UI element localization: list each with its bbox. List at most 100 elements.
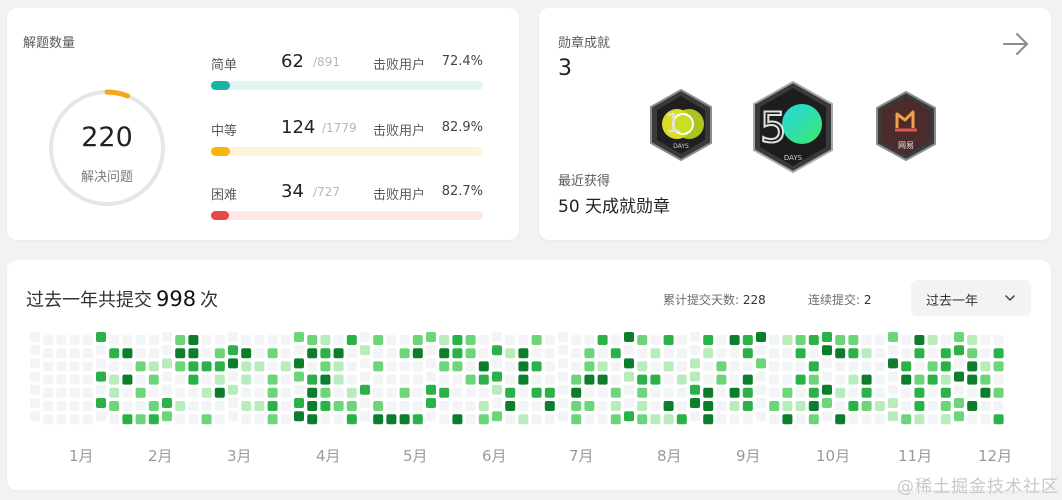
heatmap-cell[interactable] — [148, 414, 159, 425]
heatmap-cell[interactable] — [175, 335, 186, 345]
heatmap-cell[interactable] — [386, 348, 397, 359]
heatmap-cell[interactable] — [228, 411, 238, 422]
heatmap-cell[interactable] — [742, 401, 753, 411]
heatmap-cell[interactable] — [782, 414, 793, 425]
heatmap-cell[interactable] — [703, 348, 714, 359]
heatmap-cell[interactable] — [96, 358, 106, 369]
heatmap-cell[interactable] — [980, 348, 991, 359]
heatmap-cell[interactable] — [465, 401, 476, 411]
heatmap-cell[interactable] — [333, 361, 344, 372]
heatmap-cell[interactable] — [822, 398, 832, 408]
heatmap-cell[interactable] — [412, 374, 423, 385]
heatmap-cell[interactable] — [452, 348, 463, 359]
heatmap-cell[interactable] — [756, 398, 766, 408]
heatmap-cell[interactable] — [201, 335, 212, 345]
heatmap-cell[interactable] — [597, 335, 608, 345]
heatmap-cell[interactable] — [610, 335, 621, 345]
heatmap-cell[interactable] — [492, 398, 502, 408]
heatmap-cell[interactable] — [69, 414, 80, 425]
heatmap-cell[interactable] — [993, 335, 1004, 345]
heatmap-cell[interactable] — [82, 387, 93, 398]
heatmap-cell[interactable] — [386, 387, 397, 398]
heatmap-cell[interactable] — [373, 387, 384, 398]
heatmap-cell[interactable] — [439, 335, 450, 345]
heatmap-cell[interactable] — [96, 411, 106, 422]
heatmap-cell[interactable] — [729, 374, 740, 385]
heatmap-cell[interactable] — [544, 387, 555, 398]
heatmap-cell[interactable] — [122, 374, 133, 385]
heatmap-cell[interactable] — [729, 335, 740, 345]
heatmap-cell[interactable] — [254, 387, 265, 398]
heatmap-cell[interactable] — [835, 361, 846, 372]
heatmap-cell[interactable] — [954, 345, 964, 356]
heatmap-cell[interactable] — [663, 361, 674, 372]
heatmap-cell[interactable] — [122, 335, 133, 345]
heatmap-cell[interactable] — [769, 414, 780, 425]
heatmap-cell[interactable] — [676, 361, 687, 372]
heatmap-cell[interactable] — [188, 348, 199, 359]
heatmap-cell[interactable] — [267, 361, 278, 372]
heatmap-cell[interactable] — [56, 348, 67, 359]
heatmap-cell[interactable] — [782, 361, 793, 372]
heatmap-cell[interactable] — [280, 374, 291, 385]
heatmap-cell[interactable] — [175, 401, 186, 411]
heatmap-cell[interactable] — [518, 374, 529, 385]
heatmap-cell[interactable] — [637, 414, 648, 425]
heatmap-cell[interactable] — [241, 414, 252, 425]
heatmap-cell[interactable] — [624, 345, 634, 356]
heatmap-cell[interactable] — [69, 401, 80, 411]
heatmap-cell[interactable] — [320, 374, 331, 385]
heatmap-cell[interactable] — [874, 361, 885, 372]
heatmap-cell[interactable] — [874, 335, 885, 345]
heatmap-cell[interactable] — [663, 387, 674, 398]
heatmap-cell[interactable] — [874, 387, 885, 398]
heatmap-cell[interactable] — [861, 414, 872, 425]
heatmap-cell[interactable] — [346, 348, 357, 359]
heatmap-cell[interactable] — [201, 401, 212, 411]
heatmap-cell[interactable] — [30, 371, 40, 382]
heatmap-cell[interactable] — [637, 361, 648, 372]
heatmap-cell[interactable] — [307, 401, 318, 411]
heatmap-cell[interactable] — [492, 411, 502, 422]
heatmap-cell[interactable] — [690, 332, 700, 342]
heatmap-cell[interactable] — [135, 335, 146, 345]
heatmap-cell[interactable] — [452, 361, 463, 372]
heatmap-cell[interactable] — [478, 414, 489, 425]
heatmap-cell[interactable] — [901, 401, 912, 411]
heatmap-cell[interactable] — [637, 401, 648, 411]
heatmap-cell[interactable] — [201, 387, 212, 398]
heatmap-cell[interactable] — [320, 401, 331, 411]
heatmap-cell[interactable] — [122, 401, 133, 411]
heatmap-cell[interactable] — [729, 414, 740, 425]
heatmap-cell[interactable] — [729, 401, 740, 411]
heatmap-cell[interactable] — [914, 414, 925, 425]
heatmap-cell[interactable] — [808, 335, 819, 345]
heatmap-cell[interactable] — [650, 414, 661, 425]
heatmap-cell[interactable] — [386, 374, 397, 385]
heatmap-cell[interactable] — [835, 335, 846, 345]
heatmap-cell[interactable] — [993, 374, 1004, 385]
heatmap-cell[interactable] — [228, 371, 238, 382]
heatmap-cell[interactable] — [518, 348, 529, 359]
heatmap-cell[interactable] — [69, 361, 80, 372]
heatmap-cell[interactable] — [267, 387, 278, 398]
heatmap-cell[interactable] — [148, 374, 159, 385]
heatmap-cell[interactable] — [439, 414, 450, 425]
heatmap-cell[interactable] — [373, 414, 384, 425]
heatmap-cell[interactable] — [294, 411, 304, 422]
heatmap-cell[interactable] — [650, 348, 661, 359]
heatmap-cell[interactable] — [769, 335, 780, 345]
heatmap-cell[interactable] — [584, 401, 595, 411]
heatmap-cell[interactable] — [346, 414, 357, 425]
heatmap-cell[interactable] — [716, 401, 727, 411]
heatmap-cell[interactable] — [162, 398, 172, 408]
heatmap-cell[interactable] — [874, 374, 885, 385]
heatmap-cell[interactable] — [439, 401, 450, 411]
heatmap-cell[interactable] — [676, 414, 687, 425]
heatmap-cell[interactable] — [980, 361, 991, 372]
heatmap-cell[interactable] — [162, 358, 172, 369]
heatmap-cell[interactable] — [56, 335, 67, 345]
heatmap-cell[interactable] — [584, 361, 595, 372]
heatmap-cell[interactable] — [967, 348, 978, 359]
heatmap-cell[interactable] — [756, 411, 766, 422]
